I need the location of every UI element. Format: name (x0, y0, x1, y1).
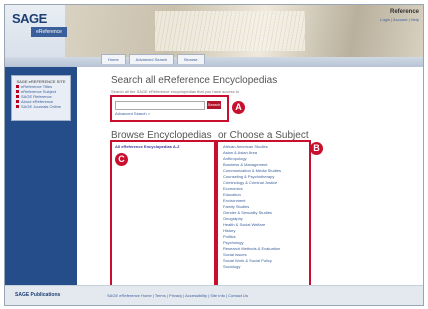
site-header: SAGE eReference Reference Login | Accoun… (5, 5, 423, 67)
sidebar-heading: SAGE eREFERENCE SITE (16, 79, 66, 84)
ereference-logo: eReference (31, 27, 67, 37)
main-content: Search all eReference Encyclopedias Sear… (83, 67, 423, 290)
search-input[interactable] (115, 101, 205, 110)
search-title: Search all eReference Encyclopedias (111, 75, 278, 86)
advanced-search-link[interactable]: Advanced Search > (115, 111, 150, 116)
all-encyclopedias-link[interactable]: All eReference Encyclopedias A-Z (115, 144, 180, 149)
bullet-icon (16, 95, 19, 98)
sidebar-item-journals[interactable]: SAGE Journals Online (16, 104, 70, 109)
browser-frame: SAGE eReference Reference Login | Accoun… (4, 4, 424, 306)
sidebar-box: SAGE eREFERENCE SITE eReference Titles e… (11, 75, 71, 121)
annotation-badge-a: A (232, 101, 245, 114)
subject-link[interactable]: Sociology (223, 264, 281, 270)
bullet-icon (16, 100, 19, 103)
nav-strip (5, 57, 423, 67)
annotation-badge-c: C (115, 153, 128, 166)
subject-list: African American Studies Asian & Asian A… (223, 144, 281, 270)
sidebar: SAGE eREFERENCE SITE eReference Titles e… (5, 67, 77, 285)
top-tabs: Home Advanced Search Browse (101, 54, 205, 64)
header-banner-image (65, 5, 423, 57)
bullet-icon (16, 85, 19, 88)
subject-highlight-box: African American Studies Asian & Asian A… (216, 140, 311, 290)
annotation-badge-b: B (310, 142, 323, 155)
tab-home[interactable]: Home (101, 54, 126, 64)
site-footer: SAGE Publications SAGE eReference Home |… (5, 285, 423, 305)
header-account-links[interactable]: Login | Account | Help (380, 17, 419, 22)
tab-advanced-search[interactable]: Advanced Search (128, 54, 175, 64)
book-pages-image (155, 11, 305, 51)
bullet-icon (16, 90, 19, 93)
sage-logo[interactable]: SAGE (12, 11, 47, 26)
tab-browse[interactable]: Browse (177, 54, 205, 64)
footer-logo: SAGE Publications (15, 292, 61, 298)
search-button[interactable]: Search (207, 101, 221, 109)
search-highlight-box: Search Advanced Search > (110, 95, 229, 122)
footer-links[interactable]: SAGE eReference Home | Terms | Privacy |… (107, 293, 248, 298)
bullet-icon (16, 105, 19, 108)
header-title: Reference (389, 9, 419, 15)
sidebar-item-label: SAGE Journals Online (21, 104, 62, 109)
search-description: Search all the SAGE eReference encyclope… (111, 89, 240, 94)
